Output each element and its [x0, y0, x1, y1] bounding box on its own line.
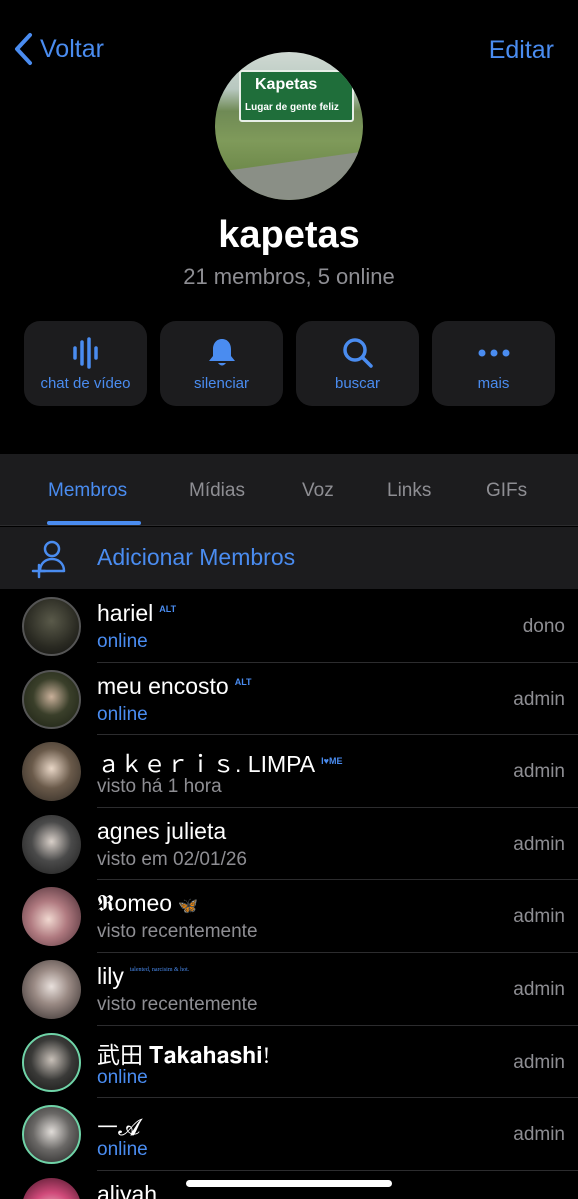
member-role: admin	[513, 978, 565, 1000]
member-status: online	[97, 631, 148, 652]
chevron-left-icon	[15, 33, 32, 65]
member-status: visto em 02/01/26	[97, 848, 247, 870]
media-tabs: Membros Mídias Voz Links GIFs	[0, 454, 578, 526]
member-badge: I♥ME	[321, 755, 343, 766]
member-name: meu encosto ALT	[97, 672, 252, 699]
avatar	[22, 742, 81, 802]
tab-media[interactable]: Mídias	[189, 480, 245, 502]
member-name: 𝕽omeo 🦋	[97, 890, 198, 917]
bell-icon	[160, 337, 283, 369]
add-members-label: Adicionar Membros	[97, 544, 296, 570]
member-name: agnes julieta	[97, 817, 227, 844]
home-indicator[interactable]	[186, 1180, 392, 1187]
member-name: lily talented, narcisim & hot.	[97, 962, 190, 989]
avatar	[22, 1032, 81, 1092]
member-name: 武田 𝐓𝐚𝐤𝐚𝐡𝐚𝐬𝐡𝐢!	[97, 1042, 271, 1068]
search-icon	[296, 337, 419, 369]
member-status: online	[97, 1066, 148, 1088]
avatar	[22, 814, 81, 874]
mute-label: silenciar	[193, 375, 250, 392]
butterfly-icon: 🦋	[178, 898, 198, 916]
avatar	[22, 959, 81, 1019]
action-buttons: chat de vídeo silenciar buscar mais	[24, 321, 555, 406]
avatar	[22, 1177, 81, 1199]
avatar	[22, 597, 81, 656]
back-button[interactable]: Voltar	[12, 32, 104, 66]
member-role: admin	[513, 906, 565, 928]
video-chat-label: chat de vídeo	[40, 375, 131, 392]
active-tab-indicator	[47, 521, 141, 525]
member-status: online	[97, 703, 148, 725]
member-row[interactable]: meu encosto ALT online admin	[0, 663, 578, 736]
more-icon	[432, 337, 555, 369]
more-button[interactable]: mais	[432, 321, 555, 406]
member-name: ａｋｅｒｉｓ. LIMPA I♥ME	[97, 751, 343, 778]
tab-gifs[interactable]: GIFs	[486, 480, 527, 502]
member-badge: ALT	[159, 604, 177, 615]
avatar	[22, 669, 81, 729]
member-row[interactable]: ａｋｅｒｉｓ. LIMPA I♥ME visto há 1 hora admin	[0, 735, 578, 808]
avatar	[22, 887, 81, 947]
voice-chat-icon	[24, 337, 147, 369]
member-row[interactable]: 𝕽omeo 🦋 visto recentemente admin	[0, 880, 578, 953]
members-list: hariel ALT online dono meu encosto ALT onl…	[0, 590, 578, 1199]
member-status: visto recentemente	[97, 921, 258, 943]
avatar-sign-title: Kapetas	[255, 76, 318, 93]
back-label: Voltar	[40, 34, 104, 63]
group-name: kapetas	[218, 214, 360, 256]
mute-button[interactable]: silenciar	[160, 321, 283, 406]
member-status: visto há 1 hora	[97, 776, 222, 798]
edit-button[interactable]: Editar	[489, 36, 554, 65]
member-role: dono	[522, 616, 565, 637]
avatar-sign-subtitle: Lugar de gente feliz	[245, 102, 339, 113]
member-row[interactable]: agnes julieta visto em 02/01/26 admin	[0, 808, 578, 881]
member-row[interactable]: lily talented, narcisim & hot. visto rece…	[0, 953, 578, 1026]
add-user-icon	[31, 540, 66, 579]
member-name: ㅡ𝓐	[97, 1114, 141, 1141]
member-badge: ALT	[234, 676, 252, 687]
member-badge: talented, narcisim & hot.	[129, 966, 190, 973]
member-status: visto recentemente	[97, 993, 258, 1015]
member-row[interactable]: ㅡ𝓐 online admin	[0, 1098, 578, 1171]
tab-voice[interactable]: Voz	[302, 480, 334, 502]
add-members-button[interactable]: Adicionar Membros	[0, 527, 578, 589]
member-role: admin	[513, 833, 565, 855]
member-role: admin	[513, 1124, 565, 1146]
tab-links[interactable]: Links	[387, 480, 431, 502]
more-label: mais	[477, 375, 510, 392]
group-subtitle: 21 membros, 5 online	[183, 264, 395, 289]
search-button[interactable]: buscar	[296, 321, 419, 406]
member-status: online	[97, 1139, 148, 1161]
member-row[interactable]: hariel ALT online dono	[0, 590, 578, 663]
member-role: admin	[513, 688, 565, 710]
member-name: hariel ALT	[97, 600, 177, 626]
tab-members[interactable]: Membros	[48, 480, 127, 502]
member-name: aliyah	[97, 1180, 158, 1199]
member-role: admin	[513, 1051, 565, 1073]
member-row[interactable]: 武田 𝐓𝐚𝐤𝐚𝐡𝐚𝐬𝐡𝐢! online admin	[0, 1026, 578, 1099]
avatar	[22, 1105, 81, 1165]
video-chat-button[interactable]: chat de vídeo	[24, 321, 147, 406]
avatar-sign: Kapetas Lugar de gente feliz	[239, 70, 354, 122]
avatar-road	[215, 151, 363, 200]
group-avatar[interactable]: Kapetas Lugar de gente feliz	[215, 52, 363, 200]
member-role: admin	[513, 761, 565, 783]
search-label: buscar	[334, 375, 381, 392]
